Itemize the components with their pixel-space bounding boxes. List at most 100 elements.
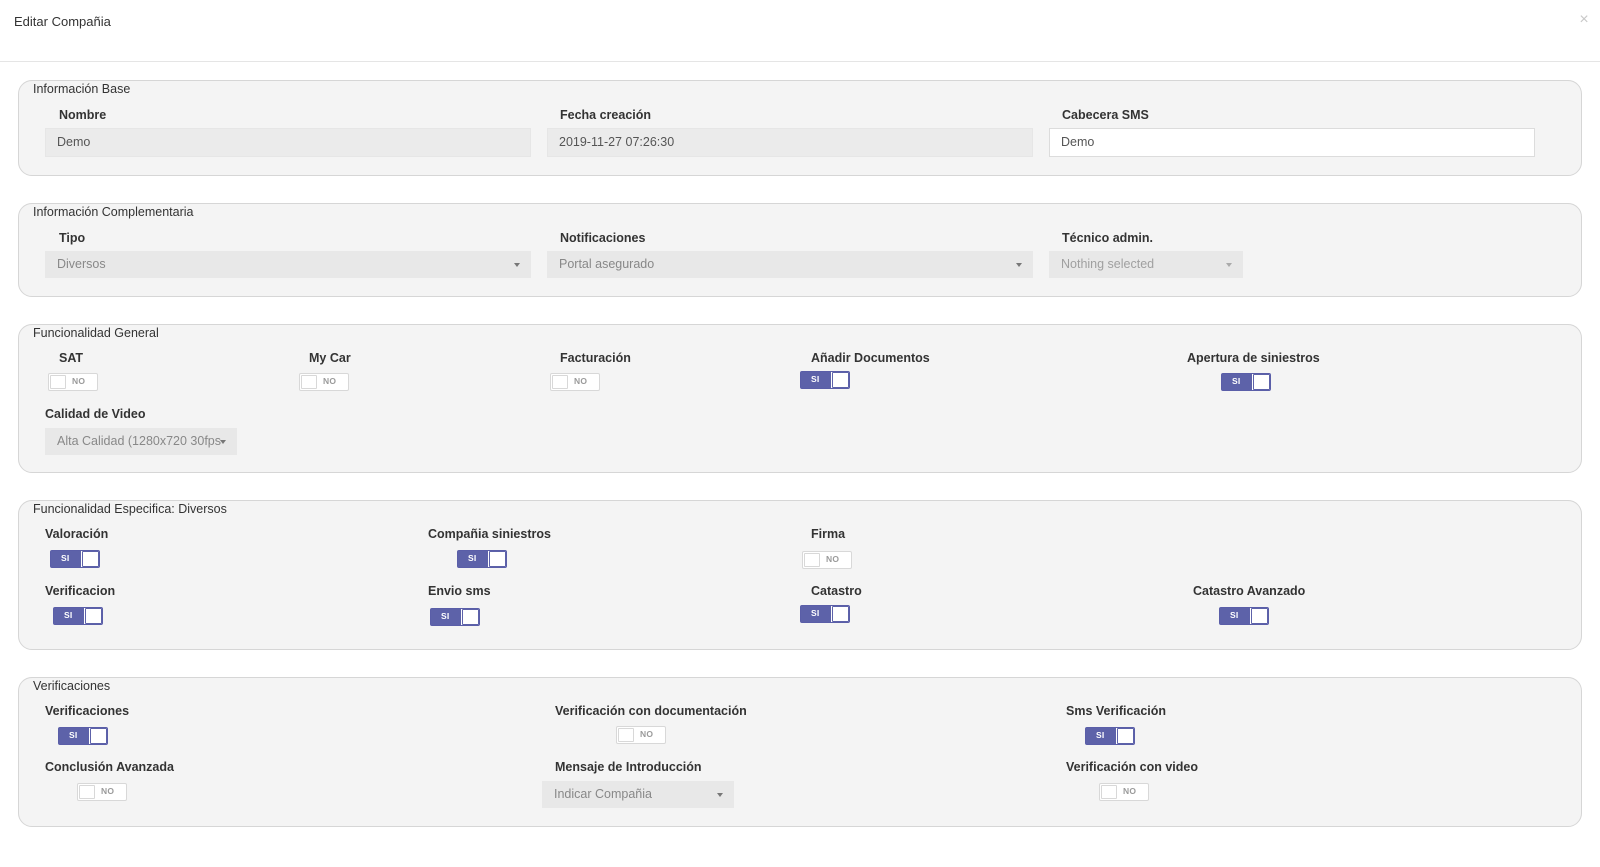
catastro-avanzado-label: Catastro Avanzado	[1193, 584, 1306, 598]
toggle-state: SI	[61, 553, 70, 563]
toggle-state: SI	[811, 608, 820, 618]
toggle-knob	[82, 551, 99, 567]
conclusion-avanzada-toggle[interactable]: NO	[77, 783, 127, 801]
apertura-siniestros-label: Apertura de siniestros	[1187, 351, 1320, 365]
tipo-select-value: Diversos	[57, 257, 106, 271]
panel-verificaciones: Verificaciones Verificaciones SI Verific…	[18, 677, 1582, 827]
facturacion-toggle[interactable]: NO	[550, 373, 600, 391]
conclusion-avanzada-label: Conclusión Avanzada	[45, 760, 174, 774]
toggle-knob	[804, 553, 820, 567]
mensaje-introduccion-select[interactable]: Indicar Compañia	[542, 781, 734, 808]
anadir-documentos-label: Añadir Documentos	[811, 351, 930, 365]
apertura-siniestros-toggle[interactable]: SI	[1221, 373, 1271, 391]
toggle-state: SI	[1096, 730, 1105, 740]
panel-funcionalidad-especifica: Funcionalidad Especifica: Diversos Valor…	[18, 500, 1582, 650]
verificaciones-label: Verificaciones	[45, 704, 130, 718]
tipo-label: Tipo	[59, 231, 86, 245]
calidad-video-select[interactable]: Alta Calidad (1280x720 30fps	[45, 428, 237, 455]
cabecera-sms-field[interactable]: Demo	[1049, 128, 1535, 157]
toggle-knob	[301, 375, 317, 389]
toggle-state: NO	[101, 786, 115, 796]
notificaciones-select-value: Portal asegurado	[559, 257, 655, 271]
toggle-knob	[85, 608, 102, 624]
panel-legend: Funcionalidad General	[33, 326, 159, 340]
anadir-documentos-toggle[interactable]: SI	[800, 371, 850, 389]
verificacion-documentacion-toggle[interactable]: NO	[616, 726, 666, 744]
toggle-state: SI	[1232, 376, 1241, 386]
chevron-down-icon	[514, 263, 520, 267]
toggle-knob	[552, 375, 568, 389]
chevron-down-icon	[220, 440, 226, 444]
toggle-state: NO	[574, 376, 588, 386]
mycar-toggle[interactable]: NO	[299, 373, 349, 391]
toggle-knob	[1251, 608, 1268, 624]
verificacion-video-toggle[interactable]: NO	[1099, 783, 1149, 801]
mensaje-introduccion-select-value: Indicar Compañia	[554, 787, 652, 801]
verificacion-video-label: Verificación con video	[1066, 760, 1198, 774]
compania-siniestros-label: Compañia siniestros	[428, 527, 551, 541]
cabecera-sms-label: Cabecera SMS	[1062, 108, 1149, 122]
catastro-toggle[interactable]: SI	[800, 605, 850, 623]
toggle-knob	[618, 728, 634, 742]
fecha-creacion-label: Fecha creación	[560, 108, 652, 122]
panel-funcionalidad-general: Funcionalidad General SAT NO My Car NO F…	[18, 324, 1582, 473]
toggle-state: SI	[1230, 610, 1239, 620]
facturacion-label: Facturación	[560, 351, 631, 365]
toggle-state: NO	[826, 554, 840, 564]
firma-toggle[interactable]: NO	[802, 551, 852, 569]
notificaciones-select[interactable]: Portal asegurado	[547, 251, 1033, 278]
close-icon[interactable]: ×	[1576, 11, 1592, 29]
chevron-down-icon	[1016, 263, 1022, 267]
envio-sms-toggle[interactable]: SI	[430, 608, 480, 626]
toggle-knob	[832, 606, 849, 622]
toggle-knob	[1101, 785, 1117, 799]
tecnico-admin-label: Técnico admin.	[1062, 231, 1153, 245]
chevron-down-icon	[717, 793, 723, 797]
toggle-state: NO	[1123, 786, 1137, 796]
tecnico-admin-select[interactable]: Nothing selected	[1049, 251, 1243, 278]
modal-title: Editar Compañia	[14, 14, 111, 29]
toggle-state: SI	[441, 611, 450, 621]
panel-legend: Información Complementaria	[33, 205, 194, 219]
catastro-avanzado-toggle[interactable]: SI	[1219, 607, 1269, 625]
fecha-creacion-field[interactable]: 2019-11-27 07:26:30	[547, 128, 1033, 157]
toggle-knob	[79, 785, 95, 799]
toggle-knob	[462, 609, 479, 625]
verificaciones-toggle[interactable]: SI	[58, 727, 108, 745]
envio-sms-label: Envio sms	[428, 584, 491, 598]
compania-siniestros-toggle[interactable]: SI	[457, 550, 507, 568]
sms-verificacion-toggle[interactable]: SI	[1085, 727, 1135, 745]
calidad-video-label: Calidad de Video	[45, 407, 146, 421]
nombre-field[interactable]: Demo	[45, 128, 531, 157]
panel-legend: Información Base	[33, 82, 131, 96]
mensaje-introduccion-label: Mensaje de Introducción	[555, 760, 702, 774]
panel-informacion-base: Información Base Nombre Demo Fecha creac…	[18, 80, 1582, 176]
toggle-knob	[1117, 728, 1134, 744]
toggle-knob	[832, 372, 849, 388]
sat-toggle[interactable]: NO	[48, 373, 98, 391]
catastro-label: Catastro	[811, 584, 862, 598]
toggle-state: NO	[323, 376, 337, 386]
firma-label: Firma	[811, 527, 846, 541]
tipo-select[interactable]: Diversos	[45, 251, 531, 278]
toggle-knob	[50, 375, 66, 389]
toggle-state: SI	[64, 610, 73, 620]
toggle-state: SI	[69, 730, 78, 740]
nombre-label: Nombre	[59, 108, 107, 122]
chevron-down-icon	[1226, 263, 1232, 267]
sat-label: SAT	[59, 351, 84, 365]
calidad-video-select-value: Alta Calidad (1280x720 30fps	[57, 434, 222, 448]
toggle-state: NO	[72, 376, 86, 386]
verificacion-toggle[interactable]: SI	[53, 607, 103, 625]
panel-legend: Verificaciones	[33, 679, 111, 693]
panel-legend: Funcionalidad Especifica: Diversos	[33, 502, 227, 516]
verificacion-label: Verificacion	[45, 584, 116, 598]
toggle-knob	[489, 551, 506, 567]
toggle-state: NO	[640, 729, 654, 739]
toggle-knob	[90, 728, 107, 744]
toggle-state: SI	[468, 553, 477, 563]
mycar-label: My Car	[309, 351, 351, 365]
valoracion-toggle[interactable]: SI	[50, 550, 100, 568]
panel-informacion-complementaria: Información Complementaria Tipo Diversos…	[18, 203, 1582, 297]
notificaciones-label: Notificaciones	[560, 231, 646, 245]
